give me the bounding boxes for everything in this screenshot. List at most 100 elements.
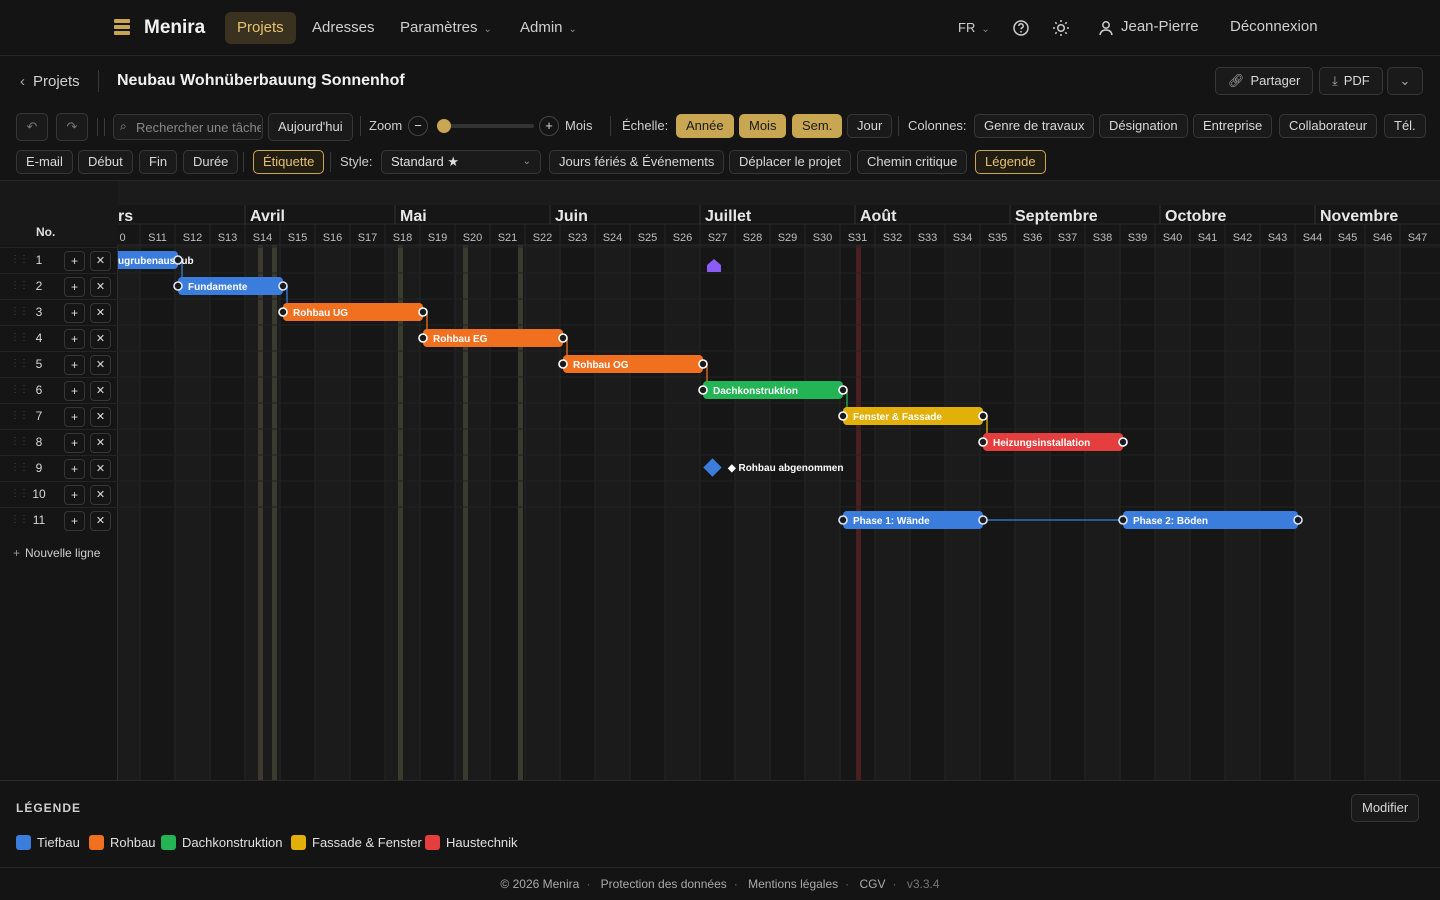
add-row-button[interactable]: + xyxy=(64,329,85,349)
task-handle[interactable] xyxy=(698,359,708,369)
project-title: Neubau Wohnüberbauung Sonnenhof xyxy=(117,72,405,89)
legend-edit-button[interactable]: Modifier xyxy=(1351,794,1420,822)
add-row-button[interactable]: + xyxy=(64,381,85,401)
column-tel[interactable]: Tél. xyxy=(1384,114,1426,138)
task-handle[interactable] xyxy=(418,307,428,317)
row-number: 1 xyxy=(35,253,43,267)
add-row-button[interactable]: + xyxy=(64,355,85,375)
scale-annee[interactable]: Année xyxy=(676,114,734,138)
column-fin[interactable]: Fin xyxy=(139,150,178,174)
holidays-events-button[interactable]: Jours fériés & Événements xyxy=(549,150,725,174)
delete-row-button[interactable]: ✕ xyxy=(90,485,111,505)
delete-row-button[interactable]: ✕ xyxy=(90,329,111,349)
legend-toggle-button[interactable]: Légende xyxy=(975,150,1046,174)
zoom-slider[interactable] xyxy=(437,119,534,133)
legal-link[interactable]: Mentions légales xyxy=(748,877,838,891)
task-handle[interactable] xyxy=(1293,515,1303,525)
task-handle[interactable] xyxy=(978,515,988,525)
delete-row-button[interactable]: ✕ xyxy=(90,407,111,427)
column-etiquette[interactable]: Étiquette xyxy=(253,150,325,174)
new-row-button[interactable]: + Nouvelle ligne xyxy=(13,546,100,560)
delete-row-button[interactable]: ✕ xyxy=(90,355,111,375)
add-row-button[interactable]: + xyxy=(64,251,85,271)
week-label: S39 xyxy=(1128,232,1148,244)
help-icon[interactable] xyxy=(1011,18,1031,38)
style-select[interactable]: Standard ★ ⌄ xyxy=(381,150,541,174)
redo-button[interactable]: ↷ xyxy=(56,113,88,141)
nav-parametres[interactable]: Paramètres ⌄ xyxy=(388,12,504,44)
add-row-button[interactable]: + xyxy=(64,407,85,427)
undo-icon: ↶ xyxy=(26,119,38,134)
task-handle[interactable] xyxy=(173,255,183,265)
user-name[interactable]: Jean-Pierre xyxy=(1121,18,1199,35)
column-genre[interactable]: Genre de travaux xyxy=(974,114,1095,138)
task-search[interactable]: ⌕ xyxy=(113,114,263,140)
share-button[interactable]: 🔗︎ Partager xyxy=(1215,67,1314,95)
pdf-options-dropdown[interactable]: ⌄ xyxy=(1387,67,1423,95)
move-project-button[interactable]: Déplacer le projet xyxy=(729,150,851,174)
delete-row-button[interactable]: ✕ xyxy=(90,511,111,531)
task-handle[interactable] xyxy=(278,307,288,317)
task-handle[interactable] xyxy=(838,515,848,525)
add-row-button[interactable]: + xyxy=(64,303,85,323)
task-handle[interactable] xyxy=(1118,437,1128,447)
task-handle[interactable] xyxy=(838,385,848,395)
task-handle[interactable] xyxy=(698,385,708,395)
week-label: S22 xyxy=(533,232,553,244)
scale-mois[interactable]: Mois xyxy=(739,114,787,138)
app-name[interactable]: Menira xyxy=(144,17,205,39)
search-input[interactable] xyxy=(136,115,261,139)
undo-button[interactable]: ↶ xyxy=(16,113,48,141)
delete-row-button[interactable]: ✕ xyxy=(90,277,111,297)
delete-row-button[interactable]: ✕ xyxy=(90,381,111,401)
add-row-button[interactable]: + xyxy=(64,277,85,297)
logout-link[interactable]: Déconnexion xyxy=(1230,18,1318,35)
task-handle[interactable] xyxy=(838,411,848,421)
language-select[interactable]: FR ⌄ xyxy=(958,20,990,35)
delete-row-button[interactable]: ✕ xyxy=(90,459,111,479)
nav-admin[interactable]: Admin ⌄ xyxy=(508,12,589,44)
add-row-button[interactable]: + xyxy=(64,511,85,531)
task-handle[interactable] xyxy=(1118,515,1128,525)
pdf-button[interactable]: ⤓ PDF xyxy=(1319,67,1383,95)
column-entreprise[interactable]: Entreprise xyxy=(1193,114,1273,138)
task-handle[interactable] xyxy=(278,281,288,291)
week-label: S14 xyxy=(253,232,273,244)
scale-jour[interactable]: Jour xyxy=(847,114,893,138)
task-handle[interactable] xyxy=(978,411,988,421)
privacy-link[interactable]: Protection des données xyxy=(601,877,727,891)
zoom-out-button[interactable]: − xyxy=(408,116,428,136)
terms-link[interactable]: CGV xyxy=(860,877,886,891)
week-label: S37 xyxy=(1058,232,1078,244)
critical-path-button[interactable]: Chemin critique xyxy=(857,150,968,174)
back-to-projects[interactable]: ‹ Projets xyxy=(20,73,80,90)
row-header: ⋮⋮ 6 + ✕ xyxy=(0,377,118,403)
task-handle[interactable] xyxy=(418,333,428,343)
nav-adresses[interactable]: Adresses xyxy=(300,12,387,44)
column-designation[interactable]: Désignation xyxy=(1099,114,1188,138)
delete-row-button[interactable]: ✕ xyxy=(90,303,111,323)
task-handle[interactable] xyxy=(173,281,183,291)
divider xyxy=(610,116,611,136)
column-debut[interactable]: Début xyxy=(78,150,133,174)
add-row-button[interactable]: + xyxy=(64,433,85,453)
nav-projets[interactable]: Projets xyxy=(225,12,296,44)
task-handle[interactable] xyxy=(558,333,568,343)
zoom-slider-knob[interactable] xyxy=(437,119,451,133)
gantt-timeline[interactable]: rs Avril Mai Juin Juillet Août Septembre Octobr… xyxy=(118,181,1440,781)
task-handle[interactable] xyxy=(558,359,568,369)
column-collaborateur[interactable]: Collaborateur xyxy=(1279,114,1378,138)
today-button[interactable]: Aujourd'hui xyxy=(268,113,353,141)
zoom-in-button[interactable]: + xyxy=(539,116,559,136)
column-duree[interactable]: Durée xyxy=(183,150,239,174)
task-handle[interactable] xyxy=(978,437,988,447)
sun-theme-icon[interactable] xyxy=(1051,18,1071,38)
column-email[interactable]: E-mail xyxy=(16,150,73,174)
add-row-button[interactable]: + xyxy=(64,485,85,505)
week-label: S36 xyxy=(1023,232,1043,244)
delete-row-button[interactable]: ✕ xyxy=(90,433,111,453)
scale-semaine[interactable]: Sem. xyxy=(792,114,843,138)
row-number: 7 xyxy=(35,409,43,423)
add-row-button[interactable]: + xyxy=(64,459,85,479)
delete-row-button[interactable]: ✕ xyxy=(90,251,111,271)
